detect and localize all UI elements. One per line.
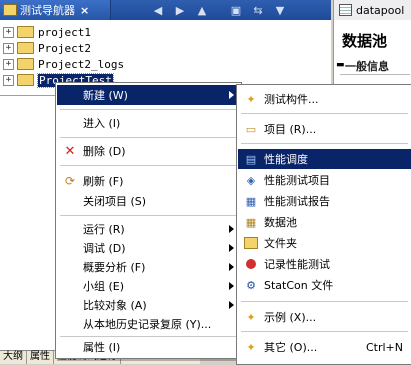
menu-separator <box>241 331 408 332</box>
menu-item-examples[interactable]: ✦ 示例 (X)... <box>238 307 411 327</box>
submenu-arrow-icon <box>229 263 234 271</box>
menu-separator <box>60 215 237 216</box>
forward-icon[interactable]: ▶ <box>172 2 188 18</box>
tree-item-project1[interactable]: + project1 <box>0 24 91 40</box>
menu-item-go-into[interactable]: 进入 (I) <box>57 113 240 133</box>
datapool-icon: ▦ <box>245 215 257 229</box>
refresh-icon: ⟳ <box>64 174 76 188</box>
navigator-tab-label: 测试导航器 <box>20 4 75 17</box>
collapse-all-icon[interactable]: ▣ <box>228 2 244 18</box>
menu-separator <box>60 165 237 166</box>
menu-separator <box>241 113 408 114</box>
view-menu-icon[interactable]: ▼ <box>272 2 288 18</box>
menu-item-compare-with[interactable]: 比较对象 (A) <box>57 295 240 315</box>
menu-separator <box>241 143 408 144</box>
tree-item-label: Project2 <box>38 41 91 55</box>
tree-item-project2[interactable]: + Project2 <box>0 40 91 56</box>
menu-item-test-asset[interactable]: ✦ 测试构件... <box>238 89 411 109</box>
submenu-arrow-icon <box>229 225 234 233</box>
tree-item-label: project1 <box>38 25 91 39</box>
folder-icon <box>244 236 258 250</box>
submenu-arrow-icon <box>229 301 234 309</box>
menu-item-team[interactable]: 小组 (E) <box>57 276 240 296</box>
menu-item-delete[interactable]: ✕ 删除 (D) <box>57 141 240 161</box>
expand-icon[interactable]: + <box>3 58 14 70</box>
menu-item-profile[interactable]: 概要分析 (F) <box>57 257 240 277</box>
tab-properties[interactable]: 属性 <box>27 351 54 364</box>
datapool-icon <box>339 4 352 16</box>
performance-schedule-icon: ▤ <box>245 152 257 166</box>
navigator-tab[interactable]: 测试导航器 × <box>0 0 111 20</box>
shortcut-label: Ctrl+N <box>365 340 403 354</box>
menu-item-properties[interactable]: 属性 (I) <box>57 337 240 357</box>
navigator-icon <box>3 4 17 16</box>
menu-separator <box>60 109 237 110</box>
menu-item-performance-schedule[interactable]: ▤ 性能调度 <box>238 149 411 169</box>
menu-separator <box>241 301 408 302</box>
link-with-editor-icon[interactable]: ⇆ <box>250 2 266 18</box>
folder-icon <box>17 42 34 54</box>
menu-item-folder[interactable]: 文件夹 <box>238 233 411 253</box>
menu-item-refresh[interactable]: ⟳ 刷新 (F) <box>57 171 240 191</box>
record-icon <box>244 257 258 271</box>
submenu-arrow-icon <box>229 91 234 99</box>
section-toggle-icon[interactable]: ▬ <box>336 60 345 70</box>
up-icon[interactable]: ▲ <box>194 2 210 18</box>
menu-separator <box>60 137 237 138</box>
folder-icon <box>17 74 34 86</box>
menu-item-record-performance-test[interactable]: 记录性能测试 <box>238 254 411 274</box>
performance-report-icon: ▦ <box>245 194 257 208</box>
statcon-icon: ⚙ <box>246 278 256 292</box>
menu-item-run[interactable]: 运行 (R) <box>57 219 240 239</box>
tab-outline[interactable]: 大纲 <box>0 351 27 364</box>
tree-item-project2-logs[interactable]: + Project2_logs <box>0 56 124 72</box>
menu-item-close-project[interactable]: 关闭项目 (S) <box>57 191 240 211</box>
menu-item-new[interactable]: 新建 (W) <box>57 85 240 105</box>
submenu-arrow-icon <box>229 282 234 290</box>
menu-item-restore-local-history[interactable]: 从本地历史记录复原 (Y)... <box>57 314 240 334</box>
back-icon[interactable]: ◀ <box>150 2 166 18</box>
general-info-section[interactable]: 一般信息 <box>345 58 389 74</box>
section-divider <box>340 74 410 75</box>
test-asset-icon: ✦ <box>246 92 256 106</box>
menu-item-project[interactable]: ▭ 项目 (R)... <box>238 119 411 139</box>
other-icon: ✦ <box>246 340 256 354</box>
datapool-heading: 数据池 <box>342 32 388 50</box>
menu-item-datapool[interactable]: ▦ 数据池 <box>238 212 411 232</box>
datapool-tab-label: datapool <box>356 3 405 17</box>
datapool-tab[interactable]: datapool <box>333 0 411 20</box>
project-icon: ▭ <box>245 122 257 136</box>
menu-item-debug[interactable]: 调试 (D) <box>57 238 240 258</box>
menu-item-performance-project[interactable]: ◈ 性能测试项目 <box>238 170 411 190</box>
folder-icon <box>17 58 34 70</box>
submenu-arrow-icon <box>229 244 234 252</box>
menu-item-other[interactable]: ✦ 其它 (O)... Ctrl+N <box>238 337 411 357</box>
new-submenu: ✦ 测试构件... ▭ 项目 (R)... ▤ 性能调度 ◈ 性能测试项目 ▦ … <box>236 84 411 365</box>
expand-icon[interactable]: + <box>3 74 14 86</box>
folder-icon <box>17 26 34 38</box>
menu-item-statcon-file[interactable]: ⚙ StatCon 文件 <box>238 275 411 295</box>
menu-item-performance-report[interactable]: ▦ 性能测试报告 <box>238 191 411 211</box>
close-icon[interactable]: × <box>80 4 89 17</box>
tree-item-label: Project2_logs <box>38 57 125 71</box>
delete-icon: ✕ <box>64 143 76 159</box>
expand-icon[interactable]: + <box>3 26 14 38</box>
example-icon: ✦ <box>246 310 256 324</box>
context-menu: 新建 (W) 进入 (I) ✕ 删除 (D) ⟳ 刷新 (F) 关闭项目 (S)… <box>55 82 242 359</box>
expand-icon[interactable]: + <box>3 42 14 54</box>
performance-project-icon: ◈ <box>246 173 256 187</box>
